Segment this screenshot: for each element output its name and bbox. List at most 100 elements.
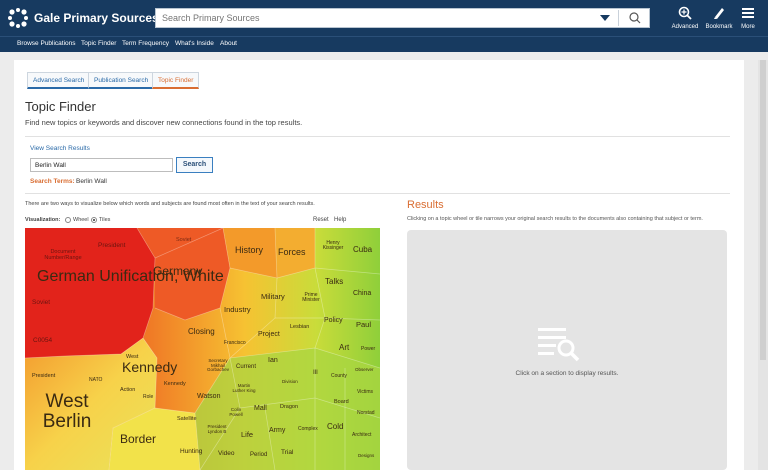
tile-paul[interactable]: Paul — [356, 321, 371, 329]
tile-policy[interactable]: Policy — [324, 317, 343, 324]
tile-architect[interactable]: Architect — [352, 433, 371, 438]
search-divider — [618, 10, 619, 26]
tile-period[interactable]: Period — [250, 452, 267, 458]
page-scrollbar[interactable] — [758, 60, 768, 470]
tile-cuba[interactable]: Cuba — [353, 246, 372, 254]
tile-soviet[interactable]: Soviet — [32, 299, 50, 307]
tile-president[interactable]: President — [98, 242, 125, 250]
tab-advanced-search[interactable]: Advanced Search — [27, 72, 91, 89]
tile-closing[interactable]: Closing — [188, 328, 215, 336]
tile-division[interactable]: Division — [282, 379, 298, 385]
nav-browse-publications[interactable]: Browse Publications — [17, 40, 76, 47]
tile-nato[interactable]: NATO — [89, 378, 102, 383]
tile-action[interactable]: Action — [120, 387, 135, 394]
tile-satellite[interactable]: Satellite — [177, 416, 197, 423]
help-link[interactable]: Help — [334, 217, 346, 223]
tile-watson[interactable]: Watson — [197, 393, 220, 400]
tile-life[interactable]: Life — [241, 431, 253, 439]
tile-c0054[interactable]: C0054 — [33, 337, 52, 345]
search-icon[interactable] — [621, 9, 649, 27]
tile-ill[interactable]: Ill — [313, 369, 318, 377]
tile-colin-powell[interactable]: Colin Powell — [225, 407, 247, 417]
tile-gorbachev[interactable]: Secretary Mikhail Gorbachev — [203, 358, 233, 373]
tile-lesbian[interactable]: Lesbian — [290, 324, 309, 331]
tile-prime-minister[interactable]: Prime Minister — [297, 293, 325, 303]
tile-president-2[interactable]: President — [32, 373, 55, 380]
top-bar: Gale Primary Sources Advanced Bookmark M… — [0, 0, 768, 36]
divider — [25, 193, 730, 194]
tile-victims[interactable]: Victims — [357, 390, 373, 395]
tab-topic-finder[interactable]: Topic Finder — [152, 72, 200, 89]
tile-border[interactable]: Border — [120, 433, 156, 445]
tile-history[interactable]: History — [235, 246, 263, 255]
tile-trial[interactable]: Trial — [281, 449, 293, 457]
nav-about[interactable]: About — [220, 40, 237, 47]
tile-board[interactable]: Board — [334, 399, 349, 406]
tile-complex[interactable]: Complex — [298, 427, 318, 432]
tile-power[interactable]: Power — [361, 347, 375, 352]
tile-germany[interactable]: Germany — [153, 265, 202, 277]
advanced-search-icon — [678, 6, 692, 20]
tile-art[interactable]: Art — [339, 344, 349, 352]
tile-cold[interactable]: Cold — [327, 423, 343, 431]
radio-tiles-label[interactable]: Tiles — [99, 217, 110, 223]
radio-wheel[interactable] — [65, 217, 71, 223]
bookmark-button[interactable]: Bookmark — [704, 4, 734, 34]
tile-dragon[interactable]: Dragon — [280, 404, 298, 411]
tile-observer[interactable]: Observer — [355, 367, 374, 373]
tile-kennedy[interactable]: Kennedy — [122, 360, 177, 374]
tile-president-lyndon-b[interactable]: President Lyndon B — [206, 424, 228, 434]
search-terms-label: Search Terms: — [30, 178, 75, 185]
radio-wheel-label[interactable]: Wheel — [73, 217, 89, 223]
tile-francisco[interactable]: Francisco — [224, 341, 246, 346]
view-search-results-link[interactable]: View Search Results — [30, 145, 90, 152]
tile-industry[interactable]: Industry — [224, 306, 251, 314]
tile-soviet-2[interactable]: Soviet — [176, 237, 191, 244]
tile-norstad[interactable]: Norstad — [357, 411, 375, 416]
more-button[interactable]: More — [737, 4, 759, 34]
tile-german-unification[interactable]: German Unification, White — [37, 268, 224, 286]
nav-term-frequency[interactable]: Term Frequency — [122, 40, 169, 47]
tile-document-number-range[interactable]: Document Number/Range — [38, 249, 88, 261]
advanced-button[interactable]: Advanced — [670, 4, 700, 34]
gale-logo-icon[interactable] — [7, 7, 29, 29]
topic-search-input[interactable] — [30, 158, 173, 172]
tile-forces[interactable]: Forces — [278, 248, 306, 257]
brand-name[interactable]: Gale Primary Sources — [34, 11, 159, 25]
tile-video[interactable]: Video — [218, 450, 235, 458]
tab-publication-search[interactable]: Publication Search — [88, 72, 155, 89]
nav-topic-finder[interactable]: Topic Finder — [81, 40, 116, 47]
tile-martin-luther-king[interactable]: Martin Luther King — [231, 383, 257, 393]
tile-designs[interactable]: Designs — [358, 453, 374, 459]
search-input[interactable] — [156, 9, 596, 27]
tile-china[interactable]: China — [353, 290, 371, 297]
chevron-down-icon[interactable] — [600, 15, 610, 21]
tile-county[interactable]: County — [331, 374, 347, 379]
radio-tiles[interactable] — [91, 217, 97, 223]
tile-army[interactable]: Army — [269, 427, 285, 434]
viz-label: Visualization: — [25, 217, 61, 223]
more-label: More — [741, 24, 755, 30]
tile-current[interactable]: Current — [236, 364, 256, 370]
search-button[interactable]: Search — [176, 157, 213, 173]
tile-west[interactable]: West — [126, 354, 138, 361]
tile-military[interactable]: Military — [261, 293, 285, 301]
tile-henry-kissinger[interactable]: Henry Kissinger — [318, 241, 348, 251]
page-title: Topic Finder — [25, 99, 96, 114]
menu-icon — [742, 8, 754, 18]
tile-kennedy-2[interactable]: Kennedy — [164, 381, 186, 388]
document-search-icon — [538, 328, 580, 362]
scrollbar-thumb[interactable] — [760, 60, 766, 360]
reset-link[interactable]: Reset — [313, 217, 329, 223]
results-title: Results — [407, 199, 444, 211]
tile-mall[interactable]: Mall — [254, 405, 267, 412]
tile-west-berlin[interactable]: West Berlin — [37, 392, 97, 432]
results-message: Click on a section to display results. — [515, 370, 619, 377]
tile-talks[interactable]: Talks — [325, 278, 343, 286]
nav-whats-inside[interactable]: What's Inside — [175, 40, 214, 47]
tile-hunting[interactable]: Hunting — [180, 448, 202, 456]
tile-role[interactable]: Role — [143, 395, 153, 400]
tile-project[interactable]: Project — [258, 331, 280, 338]
tile-ian[interactable]: Ian — [268, 357, 278, 364]
topic-tile-map[interactable]: German Unification, White Germany West B… — [25, 228, 380, 470]
